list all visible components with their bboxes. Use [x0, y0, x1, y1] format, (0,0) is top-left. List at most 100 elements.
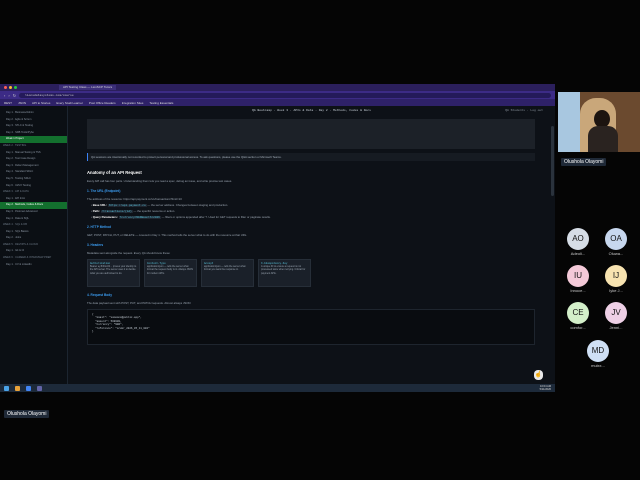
sidebar-item[interactable]: Day 4 · Data & SQL [0, 216, 67, 223]
sidebar-item[interactable]: Day 1 · Business/Admin [0, 110, 67, 117]
participant-name: Oluwa... [608, 251, 624, 256]
bookmark[interactable]: REST [4, 101, 12, 105]
url-parts-list: • Base URL: https://api.payment.co — the… [87, 203, 535, 219]
forward-arrow-icon[interactable]: › [8, 93, 9, 98]
start-icon[interactable] [4, 385, 9, 391]
meeting-screen: API Testing Class — LionSCP Tutors ‹ › ↻… [0, 0, 640, 480]
participant-avatar: OA [605, 228, 627, 250]
folder-icon[interactable] [15, 385, 20, 391]
video-placeholder [87, 119, 535, 149]
minimize-dot-icon[interactable] [9, 86, 12, 89]
sidebar-section-header: WEEK 5 · DEVOPS & CLOUD [3, 242, 39, 246]
self-video [558, 92, 640, 152]
participant-avatar: IU [567, 265, 589, 287]
sidebar-item[interactable]: Day 1 · CV & LinkedIn [0, 262, 67, 269]
header-card: Content-Type application/json — tells the… [144, 259, 197, 287]
participant-name: Iyke J... [609, 288, 623, 293]
list-item: • Path: /transactions/{id} — the specifi… [91, 209, 176, 213]
subheading-url: 1. The URL (Endpoint) [87, 189, 121, 193]
user-menu[interactable]: QA Students · Log out [505, 109, 543, 112]
reload-icon[interactable]: ↻ [13, 93, 16, 98]
sidebar-section-header: WEEK 4 · SQL & DB [3, 223, 27, 227]
participant-tile[interactable]: JV Jenni... [605, 302, 627, 330]
list-item: • Base URL: https://api.payment.co — the… [91, 203, 229, 207]
browser-tab[interactable]: API Testing Class — LionSCP Tutors [59, 85, 117, 90]
sidebar-item[interactable]: Day 4 · SDB Tools/Pyhe [0, 130, 67, 137]
system-clock: 10:04 AM 5/11/2026 [539, 385, 551, 391]
chrome-icon[interactable] [26, 385, 31, 391]
participant-avatar: IJ [605, 265, 627, 287]
header-cards: Authorization Bearer eyJhbGciOi... proves… [87, 259, 535, 287]
participant-avatar: JV [605, 302, 627, 324]
participant-name: Adeoli... [570, 251, 586, 256]
body-description: The data payload sent with POST, PUT, an… [87, 301, 192, 305]
course-app: Day 1 · Business/Admin Day 2 · Agile & Sc… [0, 106, 555, 392]
sidebar-item[interactable]: Day 3 · STLC & Testing [0, 123, 67, 130]
browser-navbar: ‹ › ↻ lionsdatasystems.com/course [0, 91, 555, 99]
participant-name: comfor... [570, 325, 586, 330]
sidebar-section-header: WEEK 3 · API & DATA [3, 190, 29, 194]
sidebar-item[interactable]: Day 1 · SQL Basics [0, 229, 67, 236]
sidebar-item[interactable]: Day 1 · Git & CI [0, 248, 67, 255]
participant-avatar: CE [567, 302, 589, 324]
participant-avatar: AO [567, 228, 589, 250]
maximize-dot-icon[interactable] [14, 86, 17, 89]
subheading-method: 2. HTTP Method [87, 225, 112, 229]
list-item: • Query Parameters: ?currency=NGN&month=… [91, 215, 271, 219]
participant-name: Innoce... [570, 288, 586, 293]
bookmark[interactable]: API to Stories [32, 101, 50, 105]
teams-icon[interactable] [37, 385, 42, 391]
participant-tile[interactable]: AO Adeoli... [567, 228, 589, 256]
sidebar-item[interactable]: Day 6 · UI/UX Testing [0, 183, 67, 190]
header-card: Accept application/json — tells the serve… [201, 259, 254, 287]
participant-name: mulxx... [591, 363, 605, 368]
bookmark[interactable]: Post Office Readers [89, 101, 116, 105]
headers-description: Metadata sent alongside the request. Eve… [87, 251, 171, 255]
sidebar-item[interactable]: Day 2 · Test Case Design [0, 156, 67, 163]
header-card: X-Idempotency-Key A unique ID to ensure a… [258, 259, 311, 287]
participant-avatar: MD [587, 340, 609, 362]
browser-titlebar: API Testing Class — LionSCP Tutors [0, 84, 555, 91]
close-dot-icon[interactable] [4, 86, 7, 89]
page-scrollbar[interactable] [551, 126, 554, 196]
participant-tile[interactable]: IJ Iyke J... [605, 265, 627, 293]
sidebar-section-header: WEEK 6 · CAREER & INTERVIEW PREP [3, 256, 52, 260]
scroll-pointer-icon[interactable]: ☝ [534, 370, 543, 380]
lesson-breadcrumb: QA Bootcamp · Week 3 · APIs & Data · Day… [68, 106, 555, 115]
sidebar-section-header: WEEK 2 · TESTING [3, 143, 27, 147]
back-arrow-icon[interactable]: ‹ [4, 93, 5, 98]
sidebar-item[interactable]: Day 1 · Manual Testing & TSS [0, 150, 67, 157]
bookmark[interactable]: Every Studi Learner [56, 101, 83, 105]
participant-tile[interactable]: MD mulxx... [587, 340, 609, 368]
method-description: GET, POST, PATCH, PUT, or DELETE — cover… [87, 233, 248, 237]
header-card: Authorization Bearer eyJhbGciOi... proves… [87, 259, 140, 287]
lesson-title-bar: QA Bootcamp · Week 3 · APIs & Data · Day… [252, 109, 371, 112]
bookmark[interactable]: Integration Sites [122, 101, 144, 105]
lesson-content: QA sessions are intentionally not record… [85, 115, 537, 392]
sidebar-item[interactable]: Day 4 · Standard SDLC [0, 169, 67, 176]
intro-text: Every API call has four parts. Understan… [87, 179, 233, 183]
sidebar-item[interactable]: Day 2 · Methods, Codes & Docs [0, 202, 67, 209]
section-heading: Anatomy of an API Request [87, 170, 142, 175]
self-name-tag: Olushola Olayomi [561, 158, 607, 166]
sidebar-item[interactable]: Day 1 · API Intro [0, 196, 67, 203]
shared-browser-window: API Testing Class — LionSCP Tutors ‹ › ↻… [0, 84, 555, 392]
bookmarks-bar: REST JSON API to Stories Every Studi Lea… [0, 99, 555, 106]
sidebar-item[interactable]: Day 2 · Agile & Scrum [0, 117, 67, 124]
sidebar-item[interactable]: Week 1 Project [0, 136, 67, 143]
participant-tile[interactable]: IU Innoce... [567, 265, 589, 293]
sidebar-item[interactable]: Day 3 · Postman Advanced [0, 209, 67, 216]
address-bar[interactable]: lionsdatasystems.com/course [19, 92, 551, 98]
participant-tile[interactable]: OA Oluwa... [605, 228, 627, 256]
lesson-main: QA Bootcamp · Week 3 · APIs & Data · Day… [68, 106, 555, 392]
participant-tile[interactable]: CE comfor... [567, 302, 589, 330]
sidebar-item[interactable]: Day 3 · Defect Management [0, 163, 67, 170]
bookmark[interactable]: JSON [18, 101, 26, 105]
code-block: { "email": "someone@public.app", "amount… [87, 309, 535, 345]
subheading-body: 4. Request Body [87, 293, 112, 297]
participant-name: Jenni... [609, 325, 623, 330]
sidebar-item[interactable]: Day 5 · Testing SDLC [0, 176, 67, 183]
sidebar-item[interactable]: Day 2 · Joins [0, 235, 67, 242]
bookmark[interactable]: Testing Essentials [149, 101, 173, 105]
url-description: The address of the resource: https://api… [87, 197, 182, 201]
